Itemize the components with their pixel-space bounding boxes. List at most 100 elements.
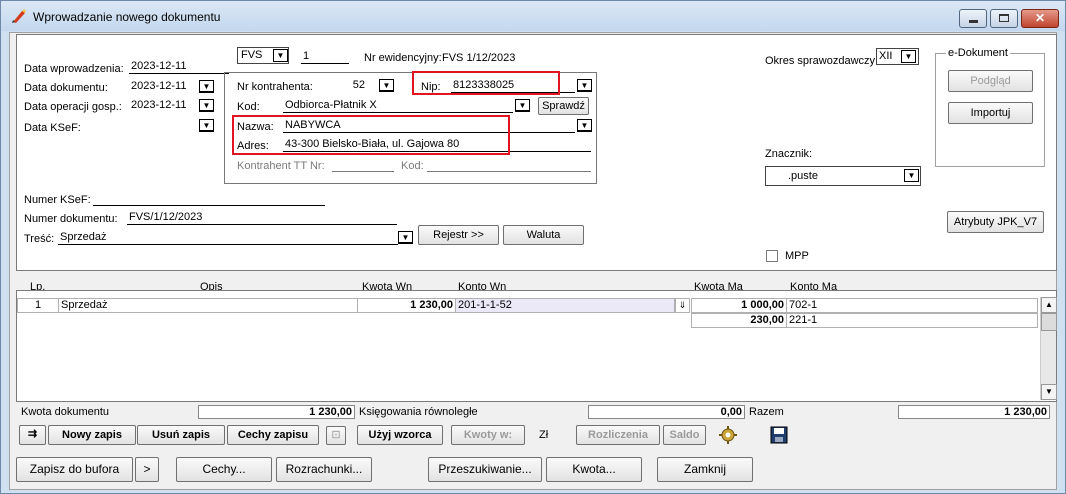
tt-kod-field[interactable] [427, 158, 591, 172]
znacznik-select[interactable]: .puste [765, 166, 921, 186]
uzyj-wzorca-button[interactable]: Użyj wzorca [357, 425, 443, 445]
edokument-label: e-Dokument [946, 47, 1010, 59]
app-pen-icon [12, 9, 26, 23]
data-dokumentu-label: Data dokumentu: [24, 82, 108, 94]
data-dokumentu-dropdown[interactable] [199, 80, 214, 93]
cechy-button[interactable]: Cechy... [176, 457, 272, 482]
vertical-scrollbar[interactable]: ▲ ▼ [1040, 297, 1057, 400]
data-ksef-dropdown[interactable] [199, 119, 214, 132]
tresc-label: Treść: [24, 233, 55, 245]
okres-dropdown[interactable] [901, 50, 916, 63]
razem-value: 1 230,00 [898, 405, 1050, 419]
nazwa-dropdown[interactable] [577, 119, 592, 132]
tresc-field[interactable]: Sprzedaż [58, 231, 398, 245]
row-kwota-wn[interactable]: 1 230,00 [357, 298, 456, 313]
kwota-button[interactable]: Kwota... [546, 457, 642, 482]
nr-ewidencyjny-value: FVS 1/12/2023 [442, 52, 516, 64]
nr-kontrahenta-label: Nr kontrahenta: [237, 81, 313, 93]
numer-ksef-label: Numer KSeF: [24, 194, 91, 206]
saldo-button[interactable]: Saldo [663, 425, 706, 445]
ma-row-1-kwota[interactable]: 1 000,00 [691, 298, 787, 313]
okres-label: Okres sprawozdawczy: [765, 55, 879, 67]
nip-dropdown[interactable] [577, 79, 592, 92]
razem-label: Razem [749, 406, 784, 418]
sprawdz-button[interactable]: Sprawdź [538, 97, 589, 115]
przeszukiwanie-button[interactable]: Przeszukiwanie... [428, 457, 542, 482]
scroll-thumb[interactable] [1041, 313, 1057, 331]
currency-label: Zł [539, 429, 549, 441]
minimize-button[interactable] [959, 9, 987, 28]
kod-field[interactable]: Odbiorca-Płatnik X [283, 99, 513, 113]
row-konto-wn[interactable]: 201-1-1-52 [455, 298, 675, 313]
znacznik-value: .puste [788, 170, 818, 182]
dialog-body: Data wprowadzenia: 2023-12-11 Data dokum… [9, 32, 1057, 490]
data-dokumentu-field[interactable]: 2023-12-11 [129, 80, 199, 94]
data-operacji-label: Data operacji gosp.: [24, 101, 122, 113]
edokument-group: e-Dokument Podgląd Importuj [935, 47, 1045, 167]
title-bar[interactable]: Wprowadzanie nowego dokumentu ✕ [1, 1, 1065, 31]
doc-number-field[interactable]: 1 [301, 50, 349, 64]
data-operacji-dropdown[interactable] [199, 99, 214, 112]
scroll-up-icon[interactable]: ▲ [1041, 297, 1057, 313]
kontrahent-tt-label: Kontrahent TT Nr: [237, 160, 325, 172]
maximize-button[interactable] [990, 9, 1018, 28]
okres-value: XII [879, 50, 893, 62]
tt-kod-label: Kod: [401, 160, 424, 172]
entries-grid: 1 Sprzedaż 1 230,00 201-1-1-52 ⇓ 1 000,0… [16, 290, 1057, 402]
ma-row-2-kwota[interactable]: 230,00 [691, 313, 787, 328]
znacznik-dropdown[interactable] [904, 169, 919, 182]
zamknij-button[interactable]: Zamknij [657, 457, 753, 482]
lock-icon[interactable]: ⊡ [326, 426, 346, 445]
close-button[interactable]: ✕ [1021, 9, 1059, 28]
tresc-dropdown[interactable] [398, 231, 413, 244]
row-opis[interactable]: Sprzedaż [58, 298, 358, 313]
kod-label: Kod: [237, 101, 260, 113]
rozliczenia-button[interactable]: Rozliczenia [576, 425, 660, 445]
usun-zapis-button[interactable]: Usuń zapis [137, 425, 225, 445]
nip-highlight [412, 71, 560, 95]
nr-kontrahenta-field[interactable]: 52 [333, 79, 373, 93]
kwoty-w-button[interactable]: Kwoty w: [451, 425, 525, 445]
numer-ksef-field[interactable] [93, 192, 325, 206]
numer-dokumentu-label: Numer dokumentu: [24, 213, 118, 225]
kwota-dokumentu-label: Kwota dokumentu [21, 406, 110, 418]
data-ksef-label: Data KSeF: [24, 122, 81, 134]
konto-wn-picker-icon[interactable]: ⇓ [675, 298, 690, 313]
waluta-button[interactable]: Waluta [503, 225, 584, 245]
ma-row-2-konto[interactable]: 221-1 [786, 313, 1038, 328]
maximize-icon [999, 14, 1009, 22]
znacznik-label: Znacznik: [765, 148, 813, 160]
gear-icon[interactable] [718, 425, 738, 445]
nr-ewidencyjny-label: Nr ewidencyjny: [364, 52, 442, 64]
row-lp: 1 [17, 298, 59, 313]
window-title: Wprowadzanie nowego dokumentu [33, 10, 221, 24]
nr-kontrahenta-dropdown[interactable] [379, 79, 394, 92]
doc-type-dropdown[interactable] [273, 49, 288, 62]
zapisz-do-bufora-button[interactable]: Zapisz do bufora [16, 457, 133, 482]
mpp-label: MPP [785, 250, 809, 262]
numer-dokumentu-field[interactable]: FVS/1/12/2023 [127, 211, 397, 225]
ksiegowania-label: Księgowania równoległe [359, 406, 478, 418]
zapisz-more-button[interactable]: > [135, 457, 159, 482]
kod-dropdown[interactable] [515, 99, 530, 112]
rozrachunki-button[interactable]: Rozrachunki... [276, 457, 372, 482]
data-wprowadzenia-label: Data wprowadzenia: [24, 63, 124, 75]
close-icon: ✕ [1034, 11, 1046, 25]
scroll-down-icon[interactable]: ▼ [1041, 384, 1057, 400]
nowy-zapis-button[interactable]: Nowy zapis [48, 425, 136, 445]
kontrahent-tt-field[interactable] [332, 158, 394, 172]
ma-row-1-konto[interactable]: 702-1 [786, 298, 1038, 313]
save-disk-icon[interactable] [770, 426, 788, 444]
data-operacji-field[interactable]: 2023-12-11 [129, 99, 199, 113]
podglad-button[interactable]: Podgląd [948, 70, 1033, 92]
minimize-icon [968, 20, 978, 23]
data-ksef-field[interactable] [129, 119, 199, 133]
atrybuty-jpk-button[interactable]: Atrybuty JPK_V7 [947, 211, 1044, 233]
mpp-checkbox[interactable] [766, 250, 778, 262]
importuj-button[interactable]: Importuj [948, 102, 1033, 124]
rejestr-button[interactable]: Rejestr >> [418, 225, 499, 245]
cechy-zapisu-button[interactable]: Cechy zapisu [227, 425, 319, 445]
data-wprowadzenia-field[interactable]: 2023-12-11 [129, 60, 229, 74]
ksiegowania-value: 0,00 [588, 405, 745, 419]
toggle-view-icon[interactable]: ⇉ [19, 425, 46, 445]
